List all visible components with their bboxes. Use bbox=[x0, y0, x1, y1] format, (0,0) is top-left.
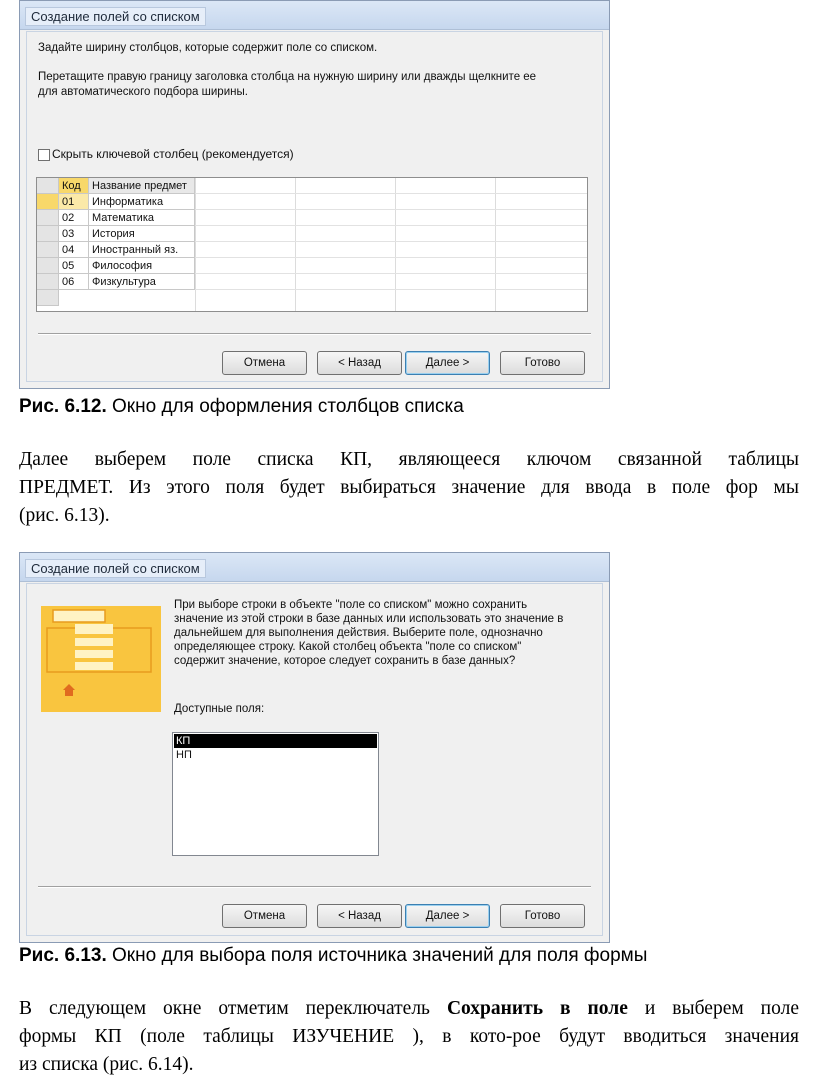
dialog-title: Создание полей со списком bbox=[25, 559, 206, 578]
combo-wizard-column-width-dialog: Создание полей со списком Задайте ширину… bbox=[19, 0, 610, 389]
instruction-text-line2: для автоматического подбора ширины. bbox=[38, 86, 248, 98]
row-selector[interactable] bbox=[37, 258, 59, 274]
dialog-body: Задайте ширину столбцов, которые содержи… bbox=[26, 31, 603, 382]
available-fields-label: Доступные поля: bbox=[174, 703, 265, 715]
cell-code: 05 bbox=[59, 258, 89, 274]
row-selector[interactable] bbox=[37, 242, 59, 258]
dialog-body: При выборе строки в объекте "поле со спи… bbox=[26, 583, 603, 936]
figure-caption-text: Окно для выбора поля источника значений … bbox=[106, 945, 648, 966]
cell-name: Математика bbox=[89, 210, 195, 226]
paragraph-line: ПРЕДМЕТ. Из этого поля будет выбираться … bbox=[19, 477, 799, 498]
next-button[interactable]: Далее > bbox=[405, 904, 490, 928]
finish-button[interactable]: Готово bbox=[500, 904, 585, 928]
body-paragraph: Далее выберем поле списка КП, являющееся… bbox=[19, 446, 799, 530]
cell-code: 04 bbox=[59, 242, 89, 258]
hide-key-column-checkbox[interactable] bbox=[38, 149, 50, 161]
available-fields-list[interactable]: КП НП bbox=[172, 732, 379, 856]
instruction-text: Задайте ширину столбцов, которые содержи… bbox=[38, 42, 378, 54]
divider bbox=[38, 333, 591, 335]
back-button[interactable]: < Назад bbox=[317, 904, 402, 928]
cell-name: Информатика bbox=[89, 194, 195, 210]
column-header-code[interactable]: Код bbox=[59, 178, 89, 194]
description-line: При выборе строки в объекте "поле со спи… bbox=[174, 599, 528, 611]
list-item[interactable]: НП bbox=[174, 748, 377, 762]
cell-code: 06 bbox=[59, 274, 89, 290]
row-selector[interactable] bbox=[37, 274, 59, 290]
row-selector[interactable] bbox=[37, 290, 59, 306]
column-header-name[interactable]: Название предмет bbox=[89, 178, 195, 194]
row-selector[interactable] bbox=[37, 210, 59, 226]
cancel-button[interactable]: Отмена bbox=[222, 904, 307, 928]
figure-caption-text: Окно для оформления столбцов списка bbox=[106, 396, 464, 417]
cell-code: 01 bbox=[59, 194, 89, 210]
description-line: содержит значение, которое следует сохра… bbox=[174, 655, 516, 667]
title-bar: Создание полей со списком bbox=[20, 1, 609, 30]
list-item[interactable]: КП bbox=[174, 734, 377, 748]
finish-button[interactable]: Готово bbox=[500, 351, 585, 375]
paragraph-text: и выберем поле bbox=[627, 998, 799, 1019]
combo-wizard-store-value-dialog: Создание полей со списком При выборе стр… bbox=[19, 552, 610, 943]
row-selector[interactable] bbox=[37, 226, 59, 242]
column-width-grid[interactable]: Код Название предмет 01 Информатика 02 М… bbox=[36, 177, 588, 312]
grid-corner bbox=[37, 178, 59, 194]
paragraph-line: Далее выберем поле списка КП, являющееся… bbox=[19, 449, 799, 470]
paragraph-line: В следующем окне отметим переключатель С… bbox=[19, 995, 799, 1023]
paragraph-line: (рис. 6.13). bbox=[19, 505, 110, 526]
body-paragraph: В следующем окне отметим переключатель С… bbox=[19, 995, 799, 1079]
cell-name: Философия bbox=[89, 258, 195, 274]
cell-name: Физкультура bbox=[89, 274, 195, 290]
cancel-button[interactable]: Отмена bbox=[222, 351, 307, 375]
cell-name: Иностранный яз. bbox=[89, 242, 195, 258]
back-button[interactable]: < Назад bbox=[317, 351, 402, 375]
paragraph-text: В следующем окне отметим переключатель bbox=[19, 998, 447, 1019]
paragraph-bold-text: Сохранить в поле bbox=[446, 998, 628, 1019]
instruction-text-line1: Перетащите правую границу заголовка стол… bbox=[38, 71, 537, 83]
title-bar: Создание полей со списком bbox=[20, 553, 609, 582]
figure-number: Рис. 6.13. bbox=[19, 945, 107, 966]
paragraph-line: формы КП (поле таблицы ИЗУЧЕНИЕ ), в кот… bbox=[19, 1026, 799, 1047]
description-line: дальнейшем для выполнения действия. Выбе… bbox=[174, 627, 543, 639]
figure-caption: Рис. 6.12. Окно для оформления столбцов … bbox=[19, 396, 464, 418]
wizard-illustration-icon bbox=[41, 606, 161, 712]
cell-code: 03 bbox=[59, 226, 89, 242]
description-line: значение из этой строки в базе данных ил… bbox=[174, 613, 564, 625]
paragraph-line: из списка (рис. 6.14). bbox=[19, 1054, 194, 1075]
figure-caption: Рис. 6.13. Окно для выбора поля источник… bbox=[19, 945, 647, 967]
dialog-title: Создание полей со списком bbox=[25, 7, 206, 26]
figure-number: Рис. 6.12. bbox=[19, 396, 107, 417]
hide-key-column-label[interactable]: Скрыть ключевой столбец (рекомендуется) bbox=[52, 147, 294, 162]
cell-name: История bbox=[89, 226, 195, 242]
cell-code: 02 bbox=[59, 210, 89, 226]
divider bbox=[38, 886, 591, 888]
description-line: определяющее строку. Какой столбец объек… bbox=[174, 641, 522, 653]
next-button[interactable]: Далее > bbox=[405, 351, 490, 375]
row-selector[interactable] bbox=[37, 194, 59, 210]
